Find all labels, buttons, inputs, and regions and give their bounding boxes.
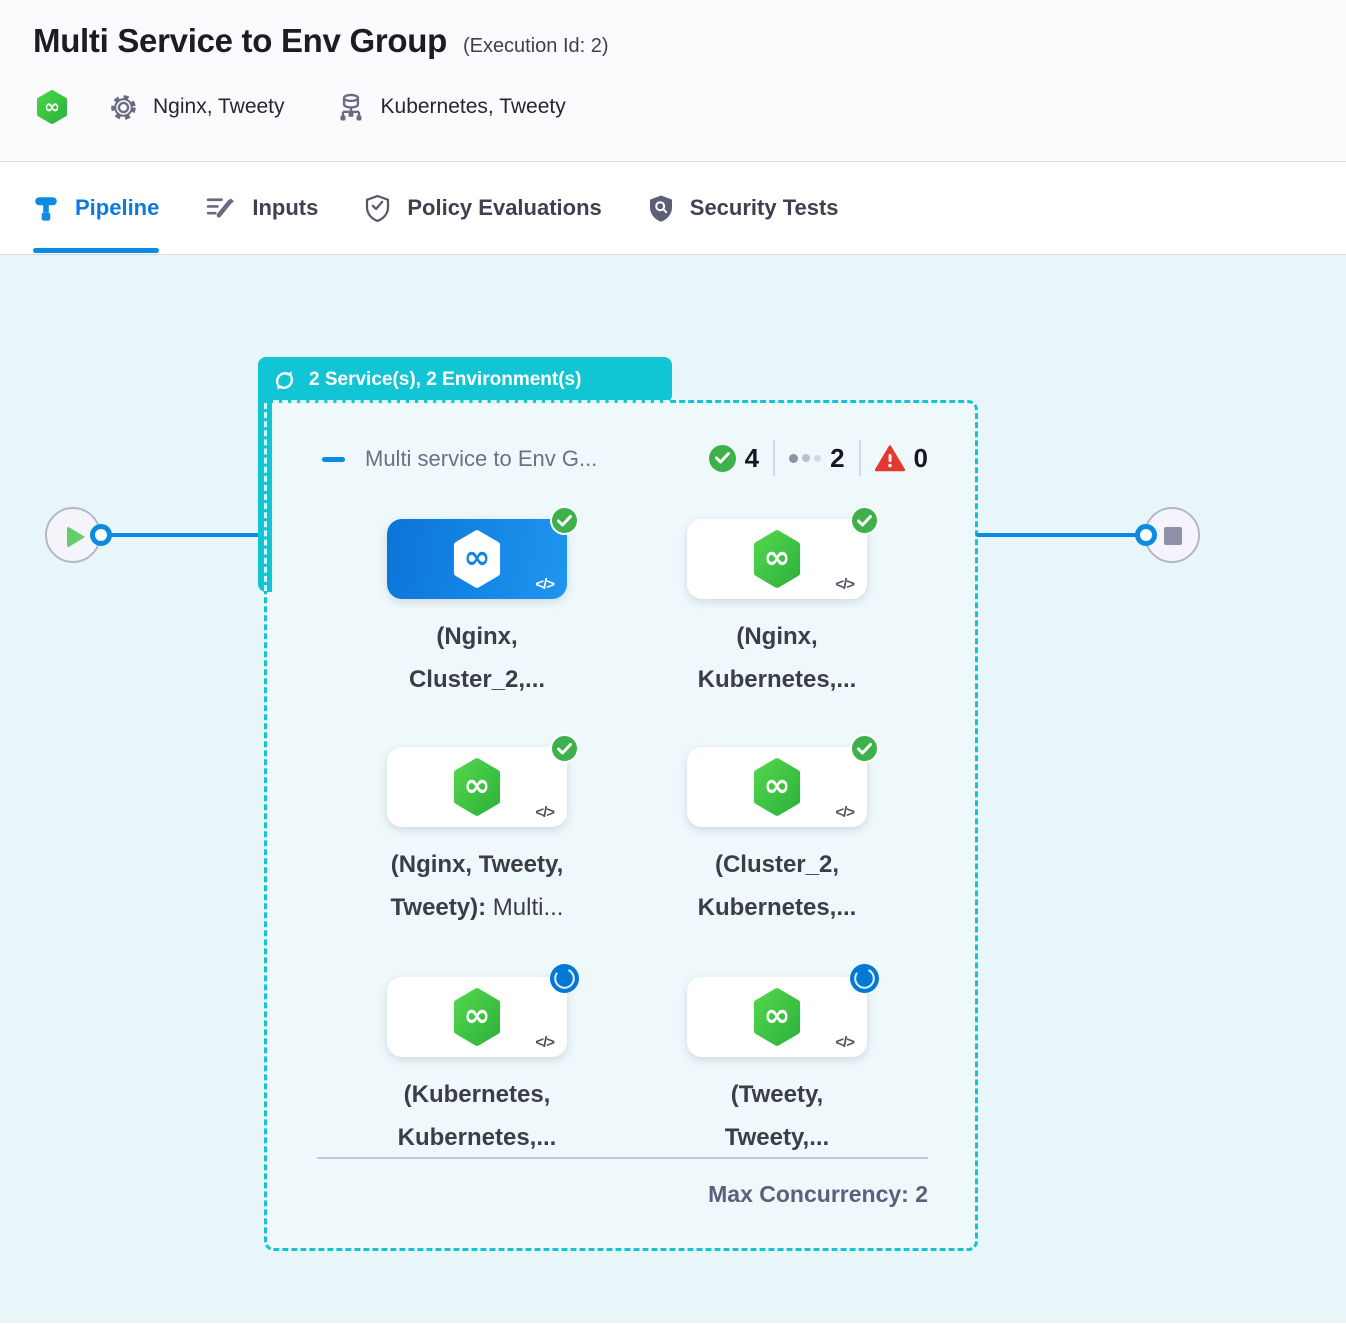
svg-text:∞: ∞ xyxy=(764,766,791,804)
tab-policy-evaluations[interactable]: Policy Evaluations xyxy=(364,162,601,255)
title-row: Multi Service to Env Group (Execution Id… xyxy=(33,22,609,60)
status-counters: 4 2 0 xyxy=(709,437,928,479)
services-gear-icon xyxy=(108,92,139,123)
tab-inputs-label: Inputs xyxy=(252,195,318,221)
services-label: Nginx, Tweety xyxy=(153,95,285,119)
matrix-badge[interactable]: 2 Service(s), 2 Environment(s) xyxy=(258,357,672,403)
loop-icon xyxy=(271,367,298,394)
failed-count: 0 xyxy=(914,443,928,474)
active-tab-underline xyxy=(33,248,159,253)
environments-label: Kubernetes, Tweety xyxy=(381,95,566,119)
tab-pipeline[interactable]: Pipeline xyxy=(33,162,159,255)
security-shield-icon xyxy=(648,194,674,223)
code-icon: </> xyxy=(835,804,854,821)
status-success-icon xyxy=(850,734,879,763)
matrix-node-card-4[interactable]: ∞ </> xyxy=(687,747,867,827)
matrix-node-card-3[interactable]: ∞ </> xyxy=(387,747,567,827)
running-count: 2 xyxy=(830,443,844,474)
pipeline-icon xyxy=(33,194,59,222)
matrix-node-card-1[interactable]: ∞ </> xyxy=(387,519,567,599)
status-queued-icon xyxy=(850,964,879,993)
policy-shield-icon xyxy=(364,194,391,223)
code-icon: </> xyxy=(835,576,854,593)
page-title: Multi Service to Env Group xyxy=(33,22,447,60)
status-success-icon xyxy=(550,734,579,763)
end-port-connector xyxy=(1135,524,1157,546)
tab-pipeline-label: Pipeline xyxy=(75,195,159,221)
pipeline-canvas: 2 Service(s), 2 Environment(s) Multi ser… xyxy=(0,255,1346,1323)
running-count-icon xyxy=(789,454,821,463)
service-hexagon-icon: ∞ xyxy=(749,529,805,589)
matrix-badge-label: 2 Service(s), 2 Environment(s) xyxy=(309,369,581,391)
tab-security-tests[interactable]: Security Tests xyxy=(648,162,839,255)
service-hexagon-icon: ∞ xyxy=(449,529,505,589)
execution-id: (Execution Id: 2) xyxy=(463,35,609,58)
tab-inputs[interactable]: Inputs xyxy=(205,162,318,255)
harness-cd-icon: ∞ xyxy=(36,90,68,124)
tab-security-tests-label: Security Tests xyxy=(690,195,839,221)
tabbar: Pipeline Inputs Policy Evaluati xyxy=(0,162,1346,255)
inputs-icon xyxy=(205,194,236,222)
svg-text:∞: ∞ xyxy=(44,96,60,118)
status-success-icon xyxy=(550,506,579,535)
edge-start-to-stage xyxy=(100,533,266,537)
execution-meta: ∞ Nginx, Tweety xyxy=(36,90,566,124)
node-label-4: (Cluster_2,Kubernetes,... xyxy=(597,843,957,929)
collapse-toggle[interactable] xyxy=(322,457,345,462)
service-hexagon-icon: ∞ xyxy=(449,757,505,817)
node-label-2: (Nginx,Kubernetes,... xyxy=(597,615,957,701)
play-icon xyxy=(67,526,85,548)
svg-text:∞: ∞ xyxy=(764,996,791,1034)
status-queued-icon xyxy=(550,964,579,993)
code-icon: </> xyxy=(535,1034,554,1051)
status-success-icon xyxy=(850,506,879,535)
service-hexagon-icon: ∞ xyxy=(749,757,805,817)
max-concurrency-label: Max Concurrency: 2 xyxy=(317,1181,928,1208)
stage-header-row: Multi service to Env G... xyxy=(322,439,597,479)
edge-stage-to-end xyxy=(976,533,1144,537)
execution-header: Multi Service to Env Group (Execution Id… xyxy=(0,0,1346,162)
counter-divider xyxy=(859,440,861,476)
success-count: 4 xyxy=(745,443,759,474)
code-icon: </> xyxy=(535,576,554,593)
environments-icon xyxy=(335,91,367,123)
node-label-6: (Tweety,Tweety,... xyxy=(597,1073,957,1159)
svg-text:∞: ∞ xyxy=(464,996,491,1034)
success-count-icon xyxy=(709,445,736,472)
matrix-node-card-2[interactable]: ∞ </> xyxy=(687,519,867,599)
pipeline-execution-screen: Multi Service to Env Group (Execution Id… xyxy=(0,0,1346,1324)
matrix-footer-divider xyxy=(317,1157,928,1159)
stop-icon xyxy=(1164,527,1182,545)
svg-text:∞: ∞ xyxy=(764,538,791,576)
matrix-node-card-6[interactable]: ∞ </> xyxy=(687,977,867,1057)
svg-text:∞: ∞ xyxy=(464,538,491,576)
service-hexagon-icon: ∞ xyxy=(749,987,805,1047)
start-port-connector xyxy=(90,524,112,546)
counter-divider xyxy=(773,440,775,476)
stage-name[interactable]: Multi service to Env G... xyxy=(365,446,597,472)
svg-text:∞: ∞ xyxy=(464,766,491,804)
matrix-badge-dash xyxy=(273,400,669,403)
matrix-tail-dash xyxy=(264,403,267,591)
code-icon: </> xyxy=(835,1034,854,1051)
code-icon: </> xyxy=(535,804,554,821)
matrix-node-card-5[interactable]: ∞ </> xyxy=(387,977,567,1057)
failed-count-icon xyxy=(875,445,905,472)
tab-policy-evaluations-label: Policy Evaluations xyxy=(407,195,601,221)
service-hexagon-icon: ∞ xyxy=(449,987,505,1047)
